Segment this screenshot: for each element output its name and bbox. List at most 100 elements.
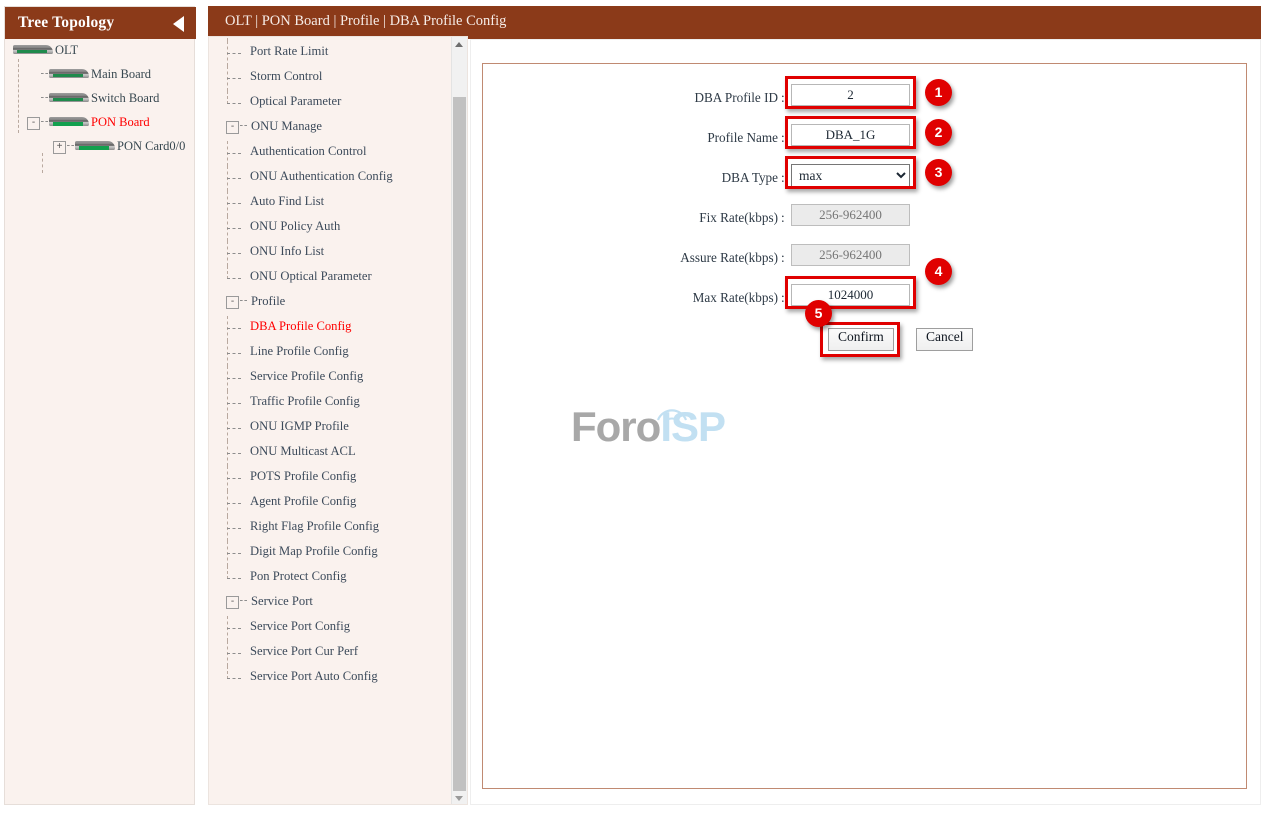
menu-item[interactable]: Line Profile Config [217,341,454,369]
menu-item[interactable]: Service Port Config [217,616,454,644]
tree-connector [227,203,241,204]
menu-item[interactable]: Pon Protect Config [217,566,454,594]
topology-node[interactable]: OLT [5,43,196,67]
cancel-button[interactable]: Cancel [916,328,974,351]
watermark-text: ForoISP [571,404,751,450]
menu-item-label: Traffic Profile Config [250,394,360,408]
menu-item[interactable]: ONU IGMP Profile [217,416,454,444]
tree-connector [227,453,241,454]
menu-item[interactable]: Optical Parameter [217,91,454,119]
menu-item[interactable]: Right Flag Profile Config [217,516,454,544]
menu-group-expander-icon[interactable]: - [226,596,239,609]
menu-item-label: Auto Find List [250,194,325,208]
tree-connector [227,528,241,529]
menu-item[interactable]: ONU Authentication Config [217,166,454,194]
form-row: Assure Rate(kbps): [483,242,1248,276]
menu-item[interactable]: ONU Policy Auth [217,216,454,244]
tree-connector [227,253,241,254]
form-row: Fix Rate(kbps): [483,202,1248,236]
tree-connector [227,153,241,154]
menu-item[interactable]: Traffic Profile Config [217,391,454,419]
tree-connector [227,78,241,79]
menu-item[interactable]: Service Port Auto Config [217,666,454,694]
tree-connector [227,228,241,229]
navigation-menu-panel: Port Extend ConfigPort Rate Limit Storm C… [208,36,468,805]
topology-node-label: Main Board [91,67,152,81]
menu-item-label: Digit Map Profile Config [250,544,378,558]
step-badge-3: 3 [925,159,952,186]
menu-group-expander-icon[interactable]: - [226,296,239,309]
tree-connector [227,503,241,504]
menu-item[interactable]: Service Port Cur Perf [217,641,454,669]
breadcrumb-bar: OLT | PON Board | Profile | DBA Profile … [208,6,1261,39]
tree-expander-icon[interactable]: - [27,117,40,130]
form-row: Max Rate(kbps): [483,282,1248,316]
topology-node[interactable]: + PON Card0/0 [5,139,196,163]
menu-item[interactable]: DBA Profile Config [217,316,454,344]
tree-connector [227,553,241,554]
menu-item[interactable]: ONU Multicast ACL [217,441,454,469]
form-label: Max Rate(kbps) [692,290,778,305]
form-row: DBA Profile ID: [483,82,1248,116]
scrollbar-thumb[interactable] [453,97,466,792]
menu-item-label: ONU Multicast ACL [250,444,356,458]
menu-item[interactable]: Port Rate Limit [217,41,454,69]
navigation-menu-scrollarea: Port Extend ConfigPort Rate Limit Storm C… [209,37,454,804]
form-label-colon: : [781,130,785,145]
menu-item[interactable]: Agent Profile Config [217,491,454,519]
menu-item[interactable]: Auto Find List [217,191,454,219]
caret-left-icon[interactable] [173,16,184,32]
board-icon [49,68,89,80]
form-label: Profile Name [707,130,778,145]
menu-item-label: ONU Authentication Config [250,169,393,183]
scroll-up-icon[interactable] [452,37,467,52]
menu-scrollbar[interactable] [451,37,467,804]
topology-node[interactable]: Switch Board [5,91,196,115]
scroll-down-icon[interactable] [452,791,467,804]
menu-group[interactable]: - ONU Manage [217,119,454,144]
watermark-text-foro: Foro [571,403,661,450]
tree-connector [227,653,241,654]
menu-group-expander-icon[interactable]: - [226,121,239,134]
menu-item[interactable]: Port Extend Config [217,37,454,44]
menu-group[interactable]: - Service Port [217,594,454,619]
menu-item[interactable]: ONU Optical Parameter [217,266,454,294]
wifi-arc-icon [656,409,688,424]
tree-connector [227,328,241,329]
menu-item-label: Service Port Config [250,619,351,633]
tree-topology-title: Tree Topology [18,14,115,31]
confirm-button[interactable]: Confirm [828,328,894,351]
menu-item[interactable]: POTS Profile Config [217,466,454,494]
tree-connector [67,145,74,146]
menu-item[interactable]: Storm Control [217,66,454,94]
menu-item[interactable]: Digit Map Profile Config [217,541,454,569]
input-field-0[interactable] [791,84,910,106]
menu-item-label: Storm Control [250,69,323,83]
dba-type-select[interactable]: fixassuremaxassure+maxfix+assure+max [791,164,910,187]
topology-node-label: OLT [55,43,79,57]
menu-item-label: Right Flag Profile Config [250,519,380,533]
form-label: DBA Type [721,170,778,185]
board-icon [49,92,89,104]
tree-connector [227,178,241,179]
watermark-text-isp: ISP [660,403,726,450]
tree-expander-icon[interactable]: + [53,141,66,154]
tree-connector [240,600,247,601]
menu-item[interactable]: ONU Info List [217,241,454,269]
tree-connector [240,300,247,301]
input-field-1[interactable] [791,124,910,146]
topology-node[interactable]: Main Board [5,67,196,91]
board-icon [49,116,89,128]
topology-node[interactable]: - PON Board [5,115,196,139]
tree-connector [227,678,241,679]
menu-item[interactable]: Authentication Control [217,141,454,169]
menu-item[interactable]: Service Profile Config [217,366,454,394]
tree-connector [227,353,241,354]
step-badge-2: 2 [925,119,952,146]
form-label: DBA Profile ID [694,90,778,105]
topology-node-label: Switch Board [91,91,160,105]
step-badge-4: 4 [925,258,952,285]
menu-item-label: ONU Policy Auth [250,219,341,233]
menu-group[interactable]: - Profile [217,294,454,319]
step-badge-1: 1 [925,79,952,106]
